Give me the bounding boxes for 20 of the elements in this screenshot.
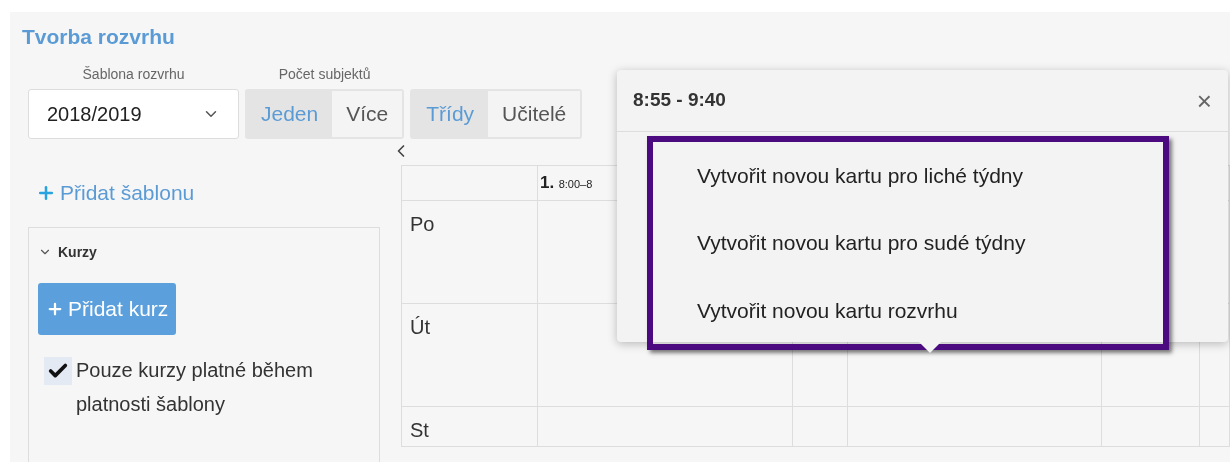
checkbox-label: Pouze kurzy platné během platnosti šablony bbox=[76, 357, 314, 417]
view-tab[interactable]: Učitelé bbox=[488, 91, 581, 137]
checkbox[interactable] bbox=[44, 356, 72, 385]
segment-option[interactable]: Více bbox=[332, 91, 403, 137]
grid-cell bbox=[793, 407, 848, 447]
period-header: 1. 8:00–8 bbox=[540, 172, 593, 195]
day-label: St bbox=[410, 419, 429, 441]
menu-item[interactable]: Vytvořit novou kartu rozvrhu bbox=[697, 294, 1163, 327]
day-label: Út bbox=[410, 316, 430, 338]
field-label: Šablona rozvrhu bbox=[82, 65, 185, 84]
popover-title: 8:55 - 9:40 bbox=[633, 88, 726, 113]
field-label: Počet subjektů bbox=[278, 65, 371, 84]
menu-item[interactable]: Vytvořit novou kartu pro liché týdny bbox=[697, 159, 1163, 192]
page-title: Tvorba rozvrhu bbox=[22, 24, 176, 50]
day-label: Po bbox=[410, 213, 435, 235]
close-button[interactable]: × bbox=[1196, 87, 1212, 114]
grid-cell bbox=[1200, 407, 1230, 447]
courses-toggle[interactable]: Kurzy bbox=[38, 241, 97, 263]
menu-item[interactable]: Vytvořit novou kartu pro sudé týdny bbox=[697, 227, 1163, 259]
template-select[interactable]: 2018/2019 bbox=[28, 89, 239, 139]
